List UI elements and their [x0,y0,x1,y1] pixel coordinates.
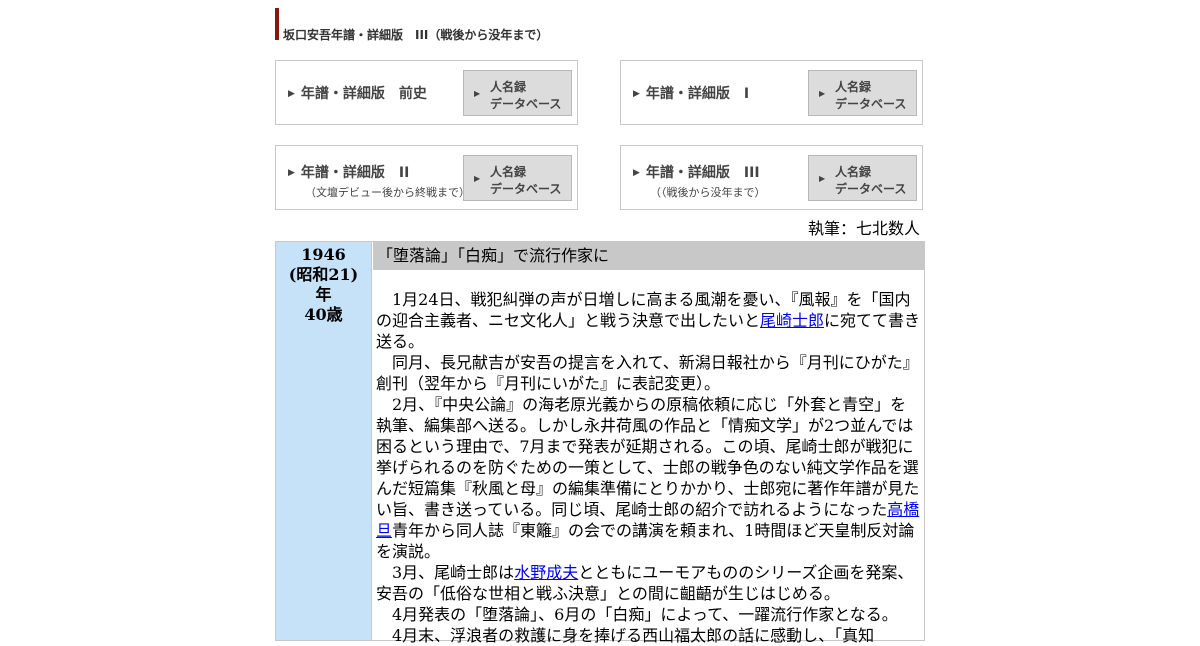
triangle-right-icon: ▶ [474,174,481,183]
triangle-right-icon: ▶ [474,89,481,98]
triangle-right-icon: ▶ [819,174,826,183]
triangle-right-icon: ▶ [288,89,295,99]
year-suffix: 年 [315,285,332,304]
triangle-right-icon: ▶ [819,89,826,98]
nav-link-part1[interactable]: ▶ 年譜・詳細版 I [633,83,749,103]
people-database-button[interactable]: ▶ 人名録 データベース [808,70,917,116]
chronology-table: 1946 (昭和21) 年 40歳 「堕落論」「白痴」で流行作家に 1月24日、… [275,241,925,645]
entry-paragraph: 4月末、浮浪者の救護に身を捧げる西山福太郎の話に感動し、「真知 [392,626,875,645]
nav-box-part1: ▶ 年譜・詳細版 I ▶ 人名録 データベース [620,60,923,125]
entry-paragraph: 4月発表の「堕落論」、6月の「白痴」によって、一躍流行作家となる。 [392,605,898,624]
nav-box-prehistory: ▶ 年譜・詳細版 前史 ▶ 人名録 データベース [275,60,578,125]
author-credit: 執筆：七北数人 [807,219,920,238]
people-database-button[interactable]: ▶ 人名録 データベース [808,155,917,201]
triangle-right-icon: ▶ [633,168,640,178]
year-cell: 1946 (昭和21) 年 40歳 [276,242,372,640]
entry-body: 1月24日、戦犯糾弾の声が日増しに高まる風潮を憂い、『風報』を「国内の迎合主義者… [376,289,921,646]
triangle-right-icon: ▶ [288,168,295,178]
people-database-button[interactable]: ▶ 人名録 データベース [463,155,572,201]
nav-link-part3[interactable]: ▶ 年譜・詳細版 III （（戦後から没年まで） [633,162,766,200]
entry-paragraph: 3月、尾崎士郎は水野成夫とともにユーモアもののシリーズ企画を発案、安吾の「低俗な… [376,563,914,603]
year-number: 1946 [301,245,346,264]
era-year: (昭和21) [288,265,359,284]
page-title: 坂口安吾年譜・詳細版 III（戦後から没年まで） [283,28,549,42]
entry-heading: 「堕落論」「白痴」で流行作家に [373,242,924,270]
nav-box-part2: ▶ 年譜・詳細版 II （文壇デビュー後から終戦まで） ▶ 人名録 データベース [275,145,578,210]
person-link-mizuno-shigeo[interactable]: 水野成夫 [514,563,578,582]
age: 40歳 [304,305,343,324]
people-database-button[interactable]: ▶ 人名録 データベース [463,70,572,116]
triangle-right-icon: ▶ [633,89,640,99]
page-title-bar: 坂口安吾年譜・詳細版 III（戦後から没年まで） [275,8,725,42]
person-link-ozaki-shiro[interactable]: 尾崎士郎 [760,311,824,330]
entry-paragraph: 同月、長兄献吉が安吾の提言を入れて、新潟日報社から『月刊にひがた』創刊（翌年から… [376,353,919,393]
nav-link-part2[interactable]: ▶ 年譜・詳細版 II （文壇デビュー後から終戦まで） [288,162,470,200]
nav-box-part3: ▶ 年譜・詳細版 III （（戦後から没年まで） ▶ 人名録 データベース [620,145,923,210]
title-accent-bar [275,8,279,40]
nav-link-prehistory[interactable]: ▶ 年譜・詳細版 前史 [288,83,427,103]
entry-paragraph: 2月、『中央公論』の海老原光義からの原稿依頼に応じ「外套と青空」を執筆、編集部へ… [376,395,920,561]
entry-paragraph: 1月24日、戦犯糾弾の声が日増しに高まる風潮を憂い、『風報』を「国内の迎合主義者… [376,290,921,351]
